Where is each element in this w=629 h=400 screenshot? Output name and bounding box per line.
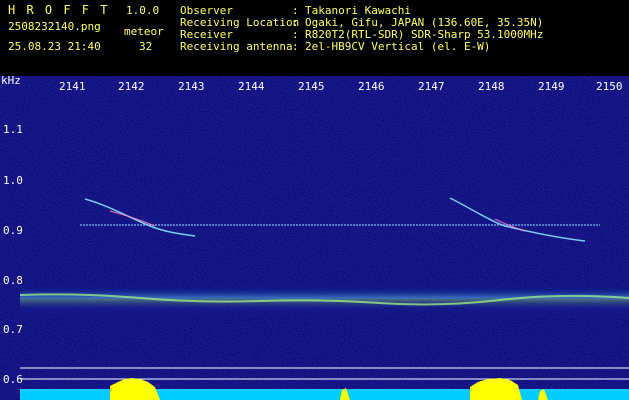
x-tick-label: 2150	[596, 80, 623, 93]
x-tick-label: 2147	[418, 80, 445, 93]
x-tick-label: 2149	[538, 80, 565, 93]
y-tick-label: 0.8	[3, 274, 23, 287]
x-tick-label: 2145	[298, 80, 325, 93]
antenna-sep: :	[292, 40, 299, 53]
app-title: H R O F F T	[8, 3, 110, 17]
app-version: 1.0.0	[126, 4, 160, 17]
spectrogram	[0, 76, 629, 400]
meteor-label: meteor	[124, 25, 164, 38]
y-tick-label: 0.7	[3, 323, 23, 336]
antenna-value: 2el-HB9CV Vertical (el. E-W)	[305, 40, 491, 53]
x-tick-label: 2148	[478, 80, 505, 93]
y-tick-label: 1.1	[3, 123, 23, 136]
x-tick-label: 2144	[238, 80, 265, 93]
y-tick-label: 0.6	[3, 373, 23, 386]
meteor-count: 32	[139, 40, 153, 53]
x-tick-label: 2143	[178, 80, 205, 93]
header-panel: H R O F F T 1.0.0 2508232140.png meteor …	[0, 0, 629, 76]
x-tick-label: 2146	[358, 80, 385, 93]
antenna-label: Receiving antenna	[180, 40, 293, 53]
y-tick-label: 1.0	[3, 174, 23, 187]
date-time: 25.08.23 21:40	[8, 40, 101, 53]
x-tick-label: 2141	[59, 80, 86, 93]
carrier-band	[20, 288, 629, 310]
y-tick-label: 0.9	[3, 224, 23, 237]
y-axis-unit: kHz	[1, 74, 21, 87]
file-name: 2508232140.png	[8, 20, 101, 33]
noise-texture	[0, 76, 629, 400]
x-tick-label: 2142	[118, 80, 145, 93]
